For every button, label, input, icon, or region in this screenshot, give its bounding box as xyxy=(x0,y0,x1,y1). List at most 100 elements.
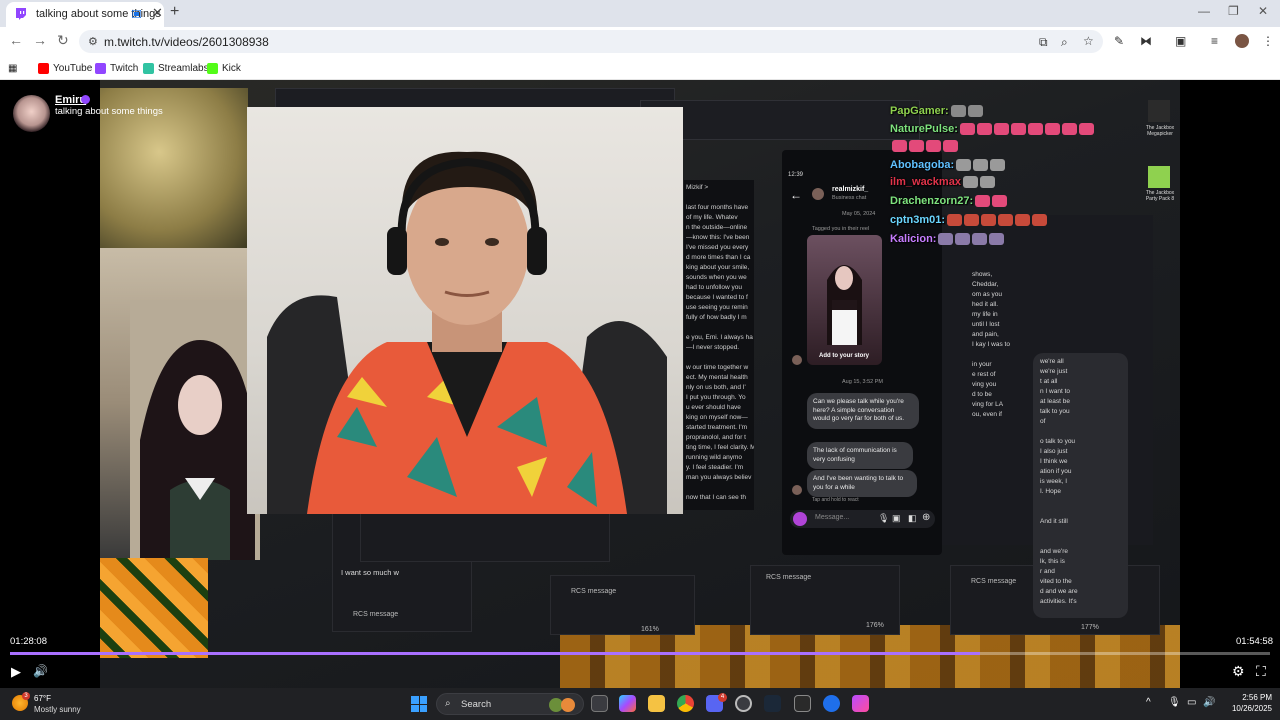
media-playing-icon[interactable] xyxy=(132,10,141,18)
bookmark-streamlabs[interactable]: Streamlabs xyxy=(143,61,209,75)
speaker-icon[interactable]: 🔊 xyxy=(1203,697,1215,708)
bookmark-twitch[interactable]: Twitch xyxy=(95,61,138,75)
camera-icon[interactable] xyxy=(793,512,807,526)
task-view-icon[interactable] xyxy=(591,695,608,712)
epic-games-icon[interactable] xyxy=(794,695,811,712)
gallery-icon[interactable]: ▣ xyxy=(892,513,901,524)
weather-condition[interactable]: Mostly sunny xyxy=(34,705,81,714)
volume-button[interactable]: 🔊 xyxy=(33,664,48,678)
stream-title: talking about some things xyxy=(55,106,163,117)
chat-overlay: PapGamer: NaturePulse: Abobagoba: ilm_wa… xyxy=(890,80,1180,250)
steam-icon[interactable] xyxy=(764,695,781,712)
sticker-icon[interactable]: ◧ xyxy=(908,513,917,524)
twitch-icon xyxy=(95,62,106,74)
plus-icon[interactable]: ⊕ xyxy=(922,512,930,523)
seek-bar[interactable] xyxy=(10,652,1270,655)
microphone-icon[interactable]: 🎙 xyxy=(1168,697,1181,708)
chat-message: ilm_wackmax xyxy=(890,176,995,189)
weather-badge: 3 xyxy=(22,692,30,700)
streamlabs-icon xyxy=(143,62,154,74)
obs-icon[interactable] xyxy=(735,695,752,712)
search-placeholder: Search xyxy=(461,699,492,710)
forward-button[interactable]: → xyxy=(33,32,47,48)
video-player[interactable]: Mizkif > last four months have of my lif… xyxy=(0,80,1280,688)
zoom-icon[interactable]: ⌕ xyxy=(1061,35,1068,50)
reel-thumbnail xyxy=(827,265,862,345)
network-icon[interactable]: ▭ xyxy=(1187,697,1196,708)
chat-emote-row xyxy=(890,140,958,153)
new-tab-button[interactable]: + xyxy=(170,3,179,21)
site-info-icon[interactable]: ⚙ xyxy=(88,35,98,48)
tab-strip: talking about some things ✕ + — ❐ ✕ xyxy=(0,0,1280,27)
mic-icon[interactable]: 🎙 xyxy=(878,513,889,524)
fullscreen-button[interactable]: ⛶ xyxy=(1256,663,1266,680)
taskbar-search[interactable]: ⌕ Search xyxy=(436,693,584,715)
message-thread-left: Mizkif > last four months have of my lif… xyxy=(684,180,754,510)
seek-progress xyxy=(10,652,981,655)
bookmark-star-icon[interactable]: ☆ xyxy=(1083,34,1094,48)
message-bubble: The lack of communication is very confus… xyxy=(807,442,913,469)
chat-window-bottom-3: RCS message 161% xyxy=(550,575,695,635)
media-controls-icon[interactable]: ≡ xyxy=(1211,34,1218,48)
app-icon[interactable] xyxy=(852,695,869,712)
streamer-webcam xyxy=(130,300,260,560)
shared-reel[interactable]: Add to your story xyxy=(807,235,882,365)
bookmark-youtube[interactable]: YouTube xyxy=(38,61,92,75)
settings-button[interactable]: ⚙ xyxy=(1232,663,1245,680)
address-bar[interactable]: ⚙ m.twitch.tv/videos/2601308938 ⧉ ⌕ ☆ xyxy=(79,30,1103,53)
apps-grid-icon[interactable]: ▦ xyxy=(8,61,17,75)
date-divider: Aug 15, 3:52 PM xyxy=(842,379,883,385)
install-icon[interactable]: ⧉ xyxy=(1039,35,1048,50)
channel-avatar[interactable] xyxy=(13,95,50,132)
chat-message: PapGamer: xyxy=(890,105,983,118)
current-time: 01:28:08 xyxy=(10,636,47,647)
dm-subtitle: Business chat xyxy=(832,195,867,201)
clock-date: 10/26/2025 xyxy=(1231,704,1272,713)
close-window-button[interactable]: ✕ xyxy=(1258,4,1268,18)
start-button[interactable] xyxy=(411,696,427,712)
desktop-shortcut xyxy=(1148,100,1170,122)
back-button[interactable]: ← xyxy=(9,32,23,48)
split-view-icon[interactable]: ▣ xyxy=(1175,34,1186,48)
tray-overflow-icon[interactable]: ^ xyxy=(1146,697,1151,708)
url-text: m.twitch.tv/videos/2601308938 xyxy=(104,35,269,49)
windows-taskbar: 3 67°F Mostly sunny ⌕ Search 4 ^ 🎙 ▭ 🔊 2… xyxy=(0,688,1280,720)
play-button[interactable]: ▶ xyxy=(11,664,21,680)
dm-username: realmizkif_ xyxy=(832,186,869,193)
menu-icon[interactable]: ⋮ xyxy=(1262,34,1274,48)
bookmark-kick[interactable]: Kick xyxy=(207,61,241,75)
copilot-icon[interactable] xyxy=(619,695,636,712)
message-placeholder: Message... xyxy=(815,514,850,521)
minimize-button[interactable]: — xyxy=(1198,4,1210,18)
search-highlight-icon xyxy=(561,698,575,712)
message-bubble: And I've been wanting to talk to you for… xyxy=(807,470,917,497)
message-input[interactable]: Message... 🎙 ▣ ◧ ⊕ xyxy=(790,510,935,528)
back-arrow-icon[interactable]: ← xyxy=(790,188,802,202)
extensions-icon[interactable]: ⧓ xyxy=(1140,34,1152,48)
system-clock[interactable]: 2:56 PM 10/26/2025 xyxy=(1222,692,1272,714)
chat-message: Drachenzorn27: xyxy=(890,195,1008,208)
profile-avatar[interactable] xyxy=(1235,34,1249,48)
app-icon[interactable] xyxy=(823,695,840,712)
restore-button[interactable]: ❐ xyxy=(1228,4,1239,18)
avatar xyxy=(792,355,802,365)
chrome-icon[interactable] xyxy=(677,695,694,712)
weather-temperature[interactable]: 67°F xyxy=(34,694,51,703)
rcs-label: RCS message xyxy=(971,578,1017,585)
clock-time: 2:56 PM xyxy=(1242,693,1272,702)
twitch-favicon-icon xyxy=(16,8,26,20)
reload-button[interactable]: ↻ xyxy=(57,32,69,49)
tab-close-icon[interactable]: ✕ xyxy=(152,5,163,21)
search-icon: ⌕ xyxy=(445,698,451,709)
phone-time: 12:39 xyxy=(788,172,804,178)
chat-window-bottom-2 xyxy=(360,512,610,562)
guest-webcam xyxy=(247,107,683,514)
typed-message: I want so much w xyxy=(341,568,399,577)
reaction-hint: Tap and hold to react xyxy=(812,497,859,503)
browser-tab[interactable]: talking about some things ✕ xyxy=(6,2,164,27)
file-explorer-icon[interactable] xyxy=(648,695,665,712)
extension-pin-icon[interactable]: ✎ xyxy=(1114,34,1124,48)
message-text-column: we're all we're just t at all n I want t… xyxy=(1040,358,1078,605)
add-to-story[interactable]: Add to your story xyxy=(819,353,869,359)
rcs-label: RCS message xyxy=(353,611,399,618)
